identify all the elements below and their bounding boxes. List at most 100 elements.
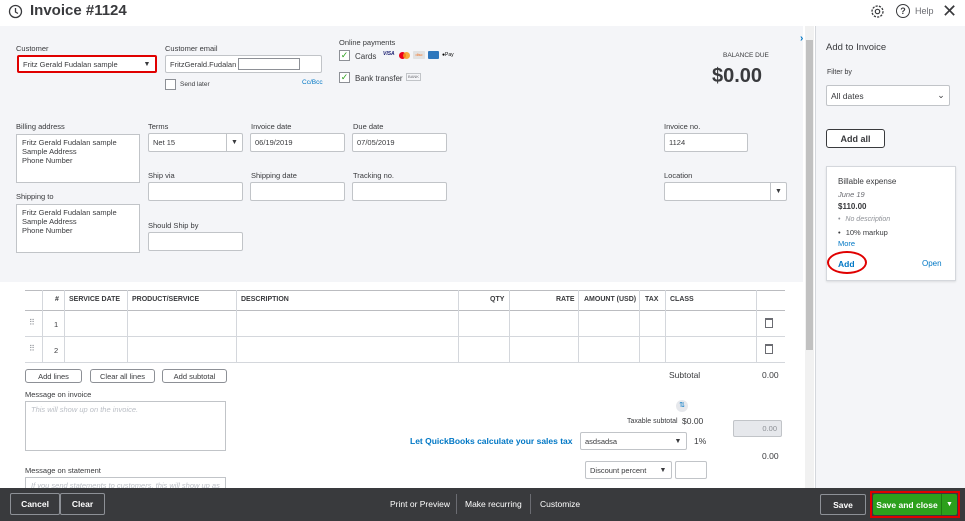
chevron-down-icon[interactable]: ▼ xyxy=(670,433,686,449)
terms-select[interactable]: Net 15 ▼ xyxy=(148,133,243,152)
card-open-link[interactable]: Open xyxy=(922,259,942,268)
billing-address-field[interactable]: Fritz Gerald Fudalan sample Sample Addre… xyxy=(16,134,140,183)
drag-handle-icon[interactable]: ⠿ xyxy=(29,318,35,327)
due-date-label: Due date xyxy=(353,122,384,131)
tracking-no-label: Tracking no. xyxy=(353,171,394,180)
shipping-date-field[interactable] xyxy=(250,182,345,201)
col-header-number: # xyxy=(55,296,59,303)
card-markup-text: 10% markup xyxy=(845,228,888,237)
footer-divider xyxy=(530,494,531,514)
col-header-qty: QTY xyxy=(490,296,505,303)
shipping-address-field[interactable]: Fritz Gerald Fudalan sample Sample Addre… xyxy=(16,204,140,253)
customer-label: Customer xyxy=(16,44,49,53)
discount-value-field[interactable] xyxy=(675,461,707,479)
discount-type-select[interactable]: Discount percent ▼ xyxy=(585,461,672,479)
subtotal-label: Subtotal xyxy=(669,370,701,380)
customize-link[interactable]: Customize xyxy=(540,499,580,509)
total-after-tax-value: 0.00 xyxy=(762,451,779,461)
print-preview-link[interactable]: Print or Preview xyxy=(390,499,450,509)
subtotal-value: 0.00 xyxy=(762,370,779,380)
cancel-button[interactable]: Cancel xyxy=(10,493,60,515)
trash-icon[interactable] xyxy=(765,344,773,354)
shipping-date-label: Shipping date xyxy=(251,171,297,180)
chevron-right-icon[interactable]: › xyxy=(800,33,803,44)
help-link[interactable]: Help xyxy=(915,6,934,16)
due-date-field[interactable]: 07/05/2019 xyxy=(352,133,447,152)
bank-transfer-label: Bank transfer xyxy=(355,74,403,83)
col-header-tax: TAX xyxy=(645,296,659,303)
history-icon[interactable] xyxy=(8,4,23,19)
add-lines-button[interactable]: Add lines xyxy=(25,369,82,383)
save-and-close-label: Save and close xyxy=(876,499,938,510)
clear-all-lines-button[interactable]: Clear all lines xyxy=(90,369,155,383)
trash-icon[interactable] xyxy=(765,318,773,328)
discount-type-value: Discount percent xyxy=(590,465,647,475)
invoice-date-label: Invoice date xyxy=(251,122,292,131)
col-header-product: PRODUCT/SERVICE xyxy=(132,296,200,303)
should-ship-by-field[interactable] xyxy=(148,232,243,251)
due-date-value: 07/05/2019 xyxy=(357,138,395,147)
message-on-invoice-field[interactable]: This will show up on the invoice. xyxy=(25,401,226,451)
sort-icon[interactable]: ⇅ xyxy=(676,400,688,412)
cc-bcc-link[interactable]: Cc/Bcc xyxy=(302,79,323,86)
scrollbar-thumb[interactable] xyxy=(806,40,813,350)
chevron-down-icon[interactable]: ▼ xyxy=(655,462,671,478)
page-title: Invoice #1124 xyxy=(30,2,127,19)
save-button[interactable]: Save xyxy=(820,494,866,515)
add-subtotal-button[interactable]: Add subtotal xyxy=(162,369,227,383)
help-icon[interactable]: ? xyxy=(896,4,910,18)
send-later-checkbox[interactable] xyxy=(165,79,176,90)
make-recurring-link[interactable]: Make recurring xyxy=(465,499,522,509)
table-top-border xyxy=(25,290,785,291)
invoice-no-value: 1124 xyxy=(669,138,686,147)
tax-rate-select[interactable]: asdsadsa ▼ xyxy=(580,432,687,450)
drag-handle-icon[interactable]: ⠿ xyxy=(29,344,35,353)
cards-label: Cards xyxy=(355,52,377,61)
invoice-date-field[interactable]: 06/19/2019 xyxy=(250,133,345,152)
chevron-down-icon[interactable]: ⌄ xyxy=(933,86,949,105)
save-and-close-button[interactable]: Save and close ▼ xyxy=(873,494,957,515)
filter-by-value: All dates xyxy=(831,90,864,101)
customer-email-label: Customer email xyxy=(165,44,218,53)
calculate-sales-tax-link[interactable]: Let QuickBooks calculate your sales tax xyxy=(410,436,573,446)
tax-amount-field[interactable]: 0.00 xyxy=(733,420,782,437)
filter-by-label: Filter by xyxy=(827,69,852,76)
close-icon[interactable]: ✕ xyxy=(942,2,957,20)
cards-checkbox[interactable]: ✓ xyxy=(339,50,350,61)
chevron-down-icon[interactable]: ▼ xyxy=(226,134,242,151)
gear-icon[interactable] xyxy=(870,4,885,19)
card-logos-icon: VISA disc ●Pay xyxy=(383,51,454,59)
customer-email-value: FritzGerald.Fudalan xyxy=(170,59,237,69)
panel-title: Add to Invoice xyxy=(826,42,887,53)
tracking-no-field[interactable] xyxy=(352,182,447,201)
customer-email-field[interactable]: FritzGerald.Fudalan xyxy=(165,55,322,73)
chevron-down-icon[interactable]: ▼ xyxy=(941,494,957,515)
chevron-down-icon[interactable]: ▼ xyxy=(770,183,786,200)
message-on-statement-label: Message on statement xyxy=(25,466,101,475)
row-divider xyxy=(25,362,785,363)
customer-select[interactable]: Fritz Gerald Fudalan sample ▼ xyxy=(17,55,157,73)
chevron-down-icon[interactable]: ▼ xyxy=(139,57,155,71)
bank-transfer-checkbox[interactable]: ✓ xyxy=(339,72,350,83)
invoice-no-field[interactable]: 1124 xyxy=(664,133,748,152)
filter-by-select[interactable]: All dates ⌄ xyxy=(826,85,950,106)
terms-value: Net 15 xyxy=(153,138,176,147)
balance-due-label: BALANCE DUE xyxy=(723,52,769,59)
should-ship-by-label: Should Ship by xyxy=(148,221,199,230)
card-add-link[interactable]: Add xyxy=(838,259,855,269)
table-row[interactable]: ⠿ 1 xyxy=(25,311,785,336)
location-select[interactable]: ▼ xyxy=(664,182,787,201)
email-edit-box[interactable] xyxy=(238,58,300,70)
billing-address-label: Billing address xyxy=(16,122,65,131)
table-row[interactable]: ⠿ 2 xyxy=(25,337,785,362)
footer-divider xyxy=(456,494,457,514)
card-more-link[interactable]: More xyxy=(838,239,855,248)
add-all-button[interactable]: Add all xyxy=(826,129,885,148)
customer-value: Fritz Gerald Fudalan sample xyxy=(23,59,118,69)
ship-via-field[interactable] xyxy=(148,182,243,201)
clear-button[interactable]: Clear xyxy=(60,493,105,515)
balance-due-amount: $0.00 xyxy=(712,65,763,87)
card-title: Billable expense xyxy=(838,177,897,186)
invoice-date-value: 06/19/2019 xyxy=(255,138,293,147)
terms-label: Terms xyxy=(148,122,169,131)
